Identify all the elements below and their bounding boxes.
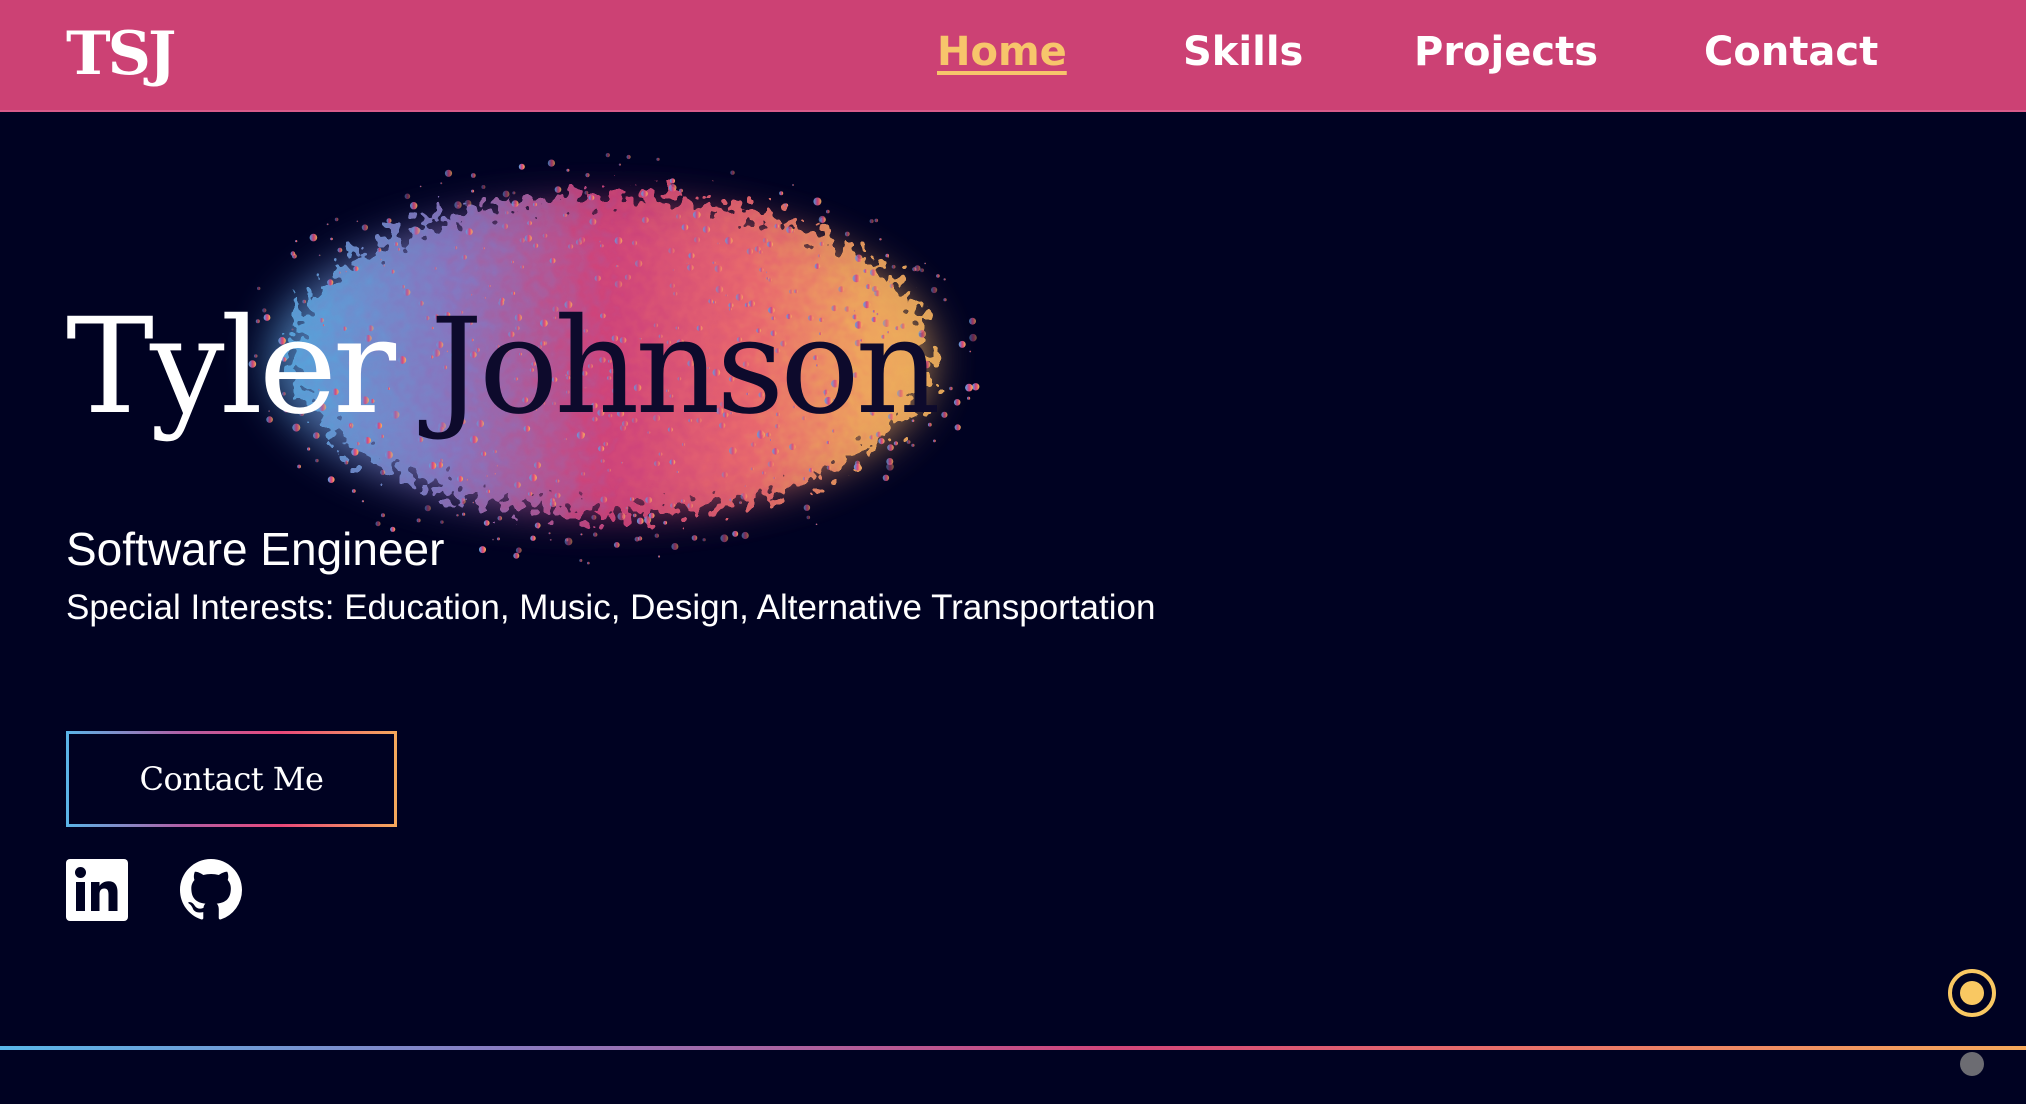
nav-link-projects[interactable]: Projects bbox=[1414, 26, 1598, 78]
hero-first-name: Tyler bbox=[66, 290, 396, 444]
scroll-indicator-active[interactable] bbox=[1948, 969, 1996, 1017]
hero-name: Tyler Johnson bbox=[66, 290, 941, 444]
github-icon[interactable] bbox=[180, 859, 242, 921]
scroll-indicator[interactable] bbox=[1960, 1052, 1984, 1076]
nav-link-home[interactable]: Home bbox=[937, 26, 1067, 78]
linkedin-icon[interactable] bbox=[66, 859, 128, 921]
nav-links: Home Skills Projects Contact bbox=[0, 26, 2026, 86]
contact-me-button[interactable]: Contact Me bbox=[66, 731, 397, 827]
page: TSJ Home Skills Projects Contact Tyler J… bbox=[0, 0, 2026, 1104]
nav-link-skills[interactable]: Skills bbox=[1183, 26, 1303, 78]
navbar: TSJ Home Skills Projects Contact bbox=[0, 0, 2026, 112]
hero-job-title: Software Engineer bbox=[66, 523, 445, 575]
hero-last-name: Johnson bbox=[430, 290, 941, 444]
section-divider bbox=[0, 1046, 2026, 1050]
nav-link-contact[interactable]: Contact bbox=[1704, 26, 1878, 78]
hero-interests: Special Interests: Education, Music, Des… bbox=[66, 588, 1156, 627]
contact-me-label: Contact Me bbox=[69, 734, 394, 824]
